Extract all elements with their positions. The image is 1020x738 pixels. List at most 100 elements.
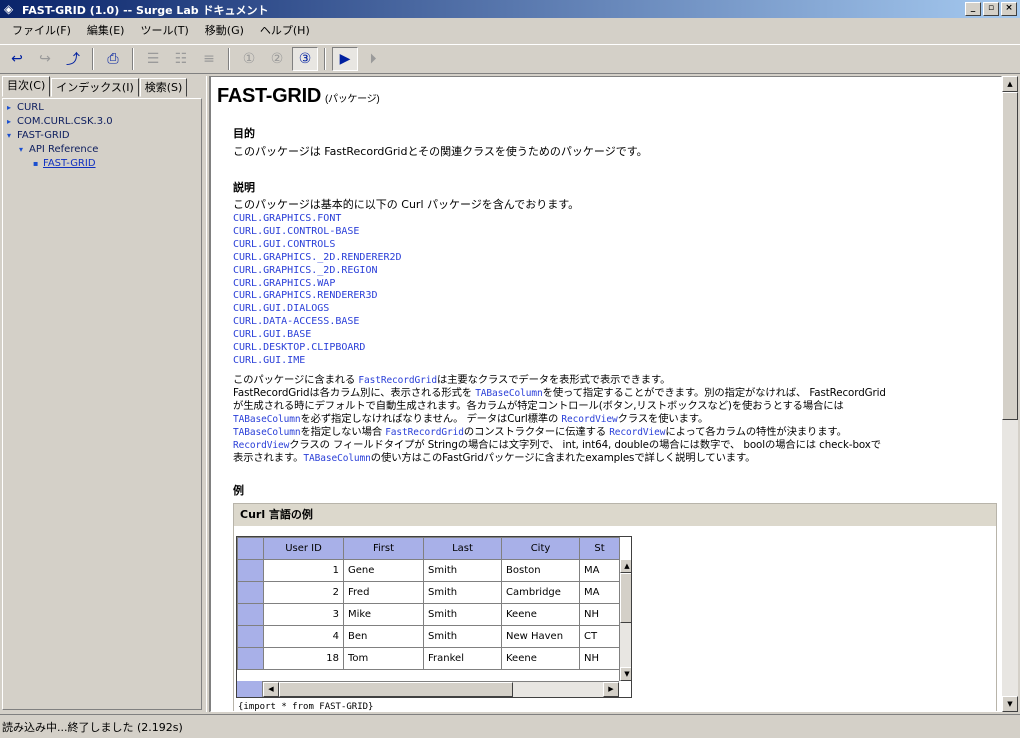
class-link[interactable]: TABaseColumn <box>303 453 371 464</box>
table-cell[interactable]: 4 <box>263 625 344 648</box>
outline-icon[interactable]: ☷ <box>168 47 194 71</box>
package-link[interactable]: CURL.GUI.DIALOGS <box>233 303 402 316</box>
back-icon[interactable]: ↩ <box>4 47 30 71</box>
table-cell[interactable]: 18 <box>263 647 344 670</box>
grid-horizontal-scrollbar[interactable]: ◀ ▶ <box>263 681 619 697</box>
table-cell[interactable]: 3 <box>263 603 344 626</box>
table-cell[interactable]: Tom <box>343 647 424 670</box>
collapse-arrow-icon[interactable]: ▾ <box>19 143 29 157</box>
menu-tools[interactable]: ツール(T) <box>132 22 196 38</box>
class-link[interactable]: RecordView <box>609 427 665 438</box>
table-cell[interactable]: MA <box>579 559 620 582</box>
table-row[interactable]: 18 Tom Frankel Keene NH <box>237 647 620 670</box>
table-cell[interactable]: Smith <box>423 603 502 626</box>
scroll-left-icon[interactable]: ◀ <box>263 682 279 697</box>
list-icon[interactable]: ☰ <box>140 47 166 71</box>
package-link[interactable]: CURL.GRAPHICS.WAP <box>233 278 402 291</box>
indent-icon[interactable]: ≡ <box>196 47 222 71</box>
table-cell[interactable]: NH <box>579 603 620 626</box>
zoom-2-icon[interactable]: ② <box>264 47 290 71</box>
zoom-1-icon[interactable]: ① <box>236 47 262 71</box>
tree-node-fast-grid[interactable]: ▾ FAST-GRID <box>3 129 201 143</box>
table-row[interactable]: 4 Ben Smith New Haven CT <box>237 625 620 648</box>
scroll-down-icon[interactable]: ▼ <box>1002 696 1018 712</box>
forward-icon[interactable]: ↪ <box>32 47 58 71</box>
table-cell[interactable]: Boston <box>501 559 580 582</box>
table-row[interactable]: 3 Mike Smith Keene NH <box>237 603 620 626</box>
expand-arrow-icon[interactable]: ▸ <box>7 101 17 115</box>
package-link[interactable]: CURL.GRAPHICS.RENDERER3D <box>233 290 402 303</box>
maximize-button[interactable]: ▫ <box>983 2 999 16</box>
table-cell[interactable]: Smith <box>423 581 502 604</box>
record-grid[interactable]: User ID First Last City St 1 Gene Smith … <box>236 536 632 698</box>
package-link[interactable]: CURL.GUI.IME <box>233 355 402 368</box>
content-vscroll-thumb[interactable] <box>1002 92 1018 420</box>
collapse-arrow-icon[interactable]: ▾ <box>7 129 17 143</box>
column-header[interactable]: St <box>579 537 620 560</box>
tree-node-curl[interactable]: ▸ CURL <box>3 101 201 115</box>
play-icon[interactable]: ▶ <box>332 47 358 71</box>
package-link[interactable]: CURL.GUI.CONTROL-BASE <box>233 226 402 239</box>
row-selector[interactable] <box>237 603 264 626</box>
package-link[interactable]: CURL.GRAPHICS._2D.REGION <box>233 265 402 278</box>
package-link[interactable]: CURL.DATA-ACCESS.BASE <box>233 316 402 329</box>
package-link[interactable]: CURL.GRAPHICS._2D.RENDERER2D <box>233 252 402 265</box>
table-cell[interactable]: 2 <box>263 581 344 604</box>
class-link[interactable]: TABaseColumn <box>233 427 301 438</box>
step-icon[interactable]: ⏵ <box>360 47 386 71</box>
grid-vertical-scrollbar[interactable]: ▲ ▼ <box>619 559 631 681</box>
column-header[interactable]: City <box>501 537 580 560</box>
class-link[interactable]: RecordView <box>233 440 289 451</box>
table-cell[interactable]: MA <box>579 581 620 604</box>
column-header[interactable]: Last <box>423 537 502 560</box>
tree-node-fast-grid-page[interactable]: ▪ FAST-GRID <box>3 157 201 171</box>
content-vertical-scrollbar[interactable]: ▲ ▼ <box>1002 76 1018 712</box>
menu-go[interactable]: 移動(G) <box>197 22 252 38</box>
row-selector[interactable] <box>237 625 264 648</box>
table-cell[interactable]: Ben <box>343 625 424 648</box>
scroll-up-icon[interactable]: ▲ <box>1002 76 1018 92</box>
table-cell[interactable]: CT <box>579 625 620 648</box>
table-cell[interactable]: Keene <box>501 603 580 626</box>
table-cell[interactable]: New Haven <box>501 625 580 648</box>
table-cell[interactable]: Smith <box>423 625 502 648</box>
tab-index[interactable]: インデックス(I) <box>51 78 139 97</box>
package-link[interactable]: CURL.GUI.BASE <box>233 329 402 342</box>
class-link[interactable]: FastRecordGrid <box>385 427 464 438</box>
grid-vscroll-thumb[interactable] <box>620 573 631 623</box>
row-selector[interactable] <box>237 647 264 670</box>
package-link[interactable]: CURL.GUI.CONTROLS <box>233 239 402 252</box>
tree-node-csk[interactable]: ▸ COM.CURL.CSK.3.0 <box>3 115 201 129</box>
column-header[interactable]: User ID <box>263 537 344 560</box>
table-cell[interactable]: Fred <box>343 581 424 604</box>
print-icon[interactable]: ⎙ <box>100 47 126 71</box>
menu-file[interactable]: ファイル(F) <box>4 22 79 38</box>
table-cell[interactable]: Smith <box>423 559 502 582</box>
row-selector[interactable] <box>237 581 264 604</box>
class-link[interactable]: FastRecordGrid <box>358 375 437 386</box>
scroll-down-icon[interactable]: ▼ <box>620 667 631 681</box>
menu-help[interactable]: ヘルプ(H) <box>252 22 318 38</box>
class-link[interactable]: TABaseColumn <box>233 414 301 425</box>
grid-hscroll-thumb[interactable] <box>279 682 513 697</box>
scroll-right-icon[interactable]: ▶ <box>603 682 619 697</box>
table-cell[interactable]: Cambridge <box>501 581 580 604</box>
zoom-3-icon[interactable]: ③ <box>292 47 318 71</box>
table-row[interactable]: 1 Gene Smith Boston MA <box>237 559 620 582</box>
menu-edit[interactable]: 編集(E) <box>79 22 133 38</box>
tab-contents[interactable]: 目次(C) <box>2 76 51 97</box>
package-link[interactable]: CURL.GRAPHICS.FONT <box>233 213 402 226</box>
close-button[interactable]: × <box>1001 2 1017 16</box>
table-cell[interactable]: Mike <box>343 603 424 626</box>
table-cell[interactable]: NH <box>579 647 620 670</box>
class-link[interactable]: TABaseColumn <box>475 388 543 399</box>
class-link[interactable]: RecordView <box>561 414 617 425</box>
expand-arrow-icon[interactable]: ▸ <box>7 115 17 129</box>
package-link[interactable]: CURL.DESKTOP.CLIPBOARD <box>233 342 402 355</box>
table-cell[interactable]: Frankel <box>423 647 502 670</box>
tab-search[interactable]: 検索(S) <box>139 78 188 97</box>
row-selector[interactable] <box>237 559 264 582</box>
table-cell[interactable]: 1 <box>263 559 344 582</box>
column-header[interactable]: First <box>343 537 424 560</box>
up-icon[interactable]: ⤴ <box>60 47 86 71</box>
